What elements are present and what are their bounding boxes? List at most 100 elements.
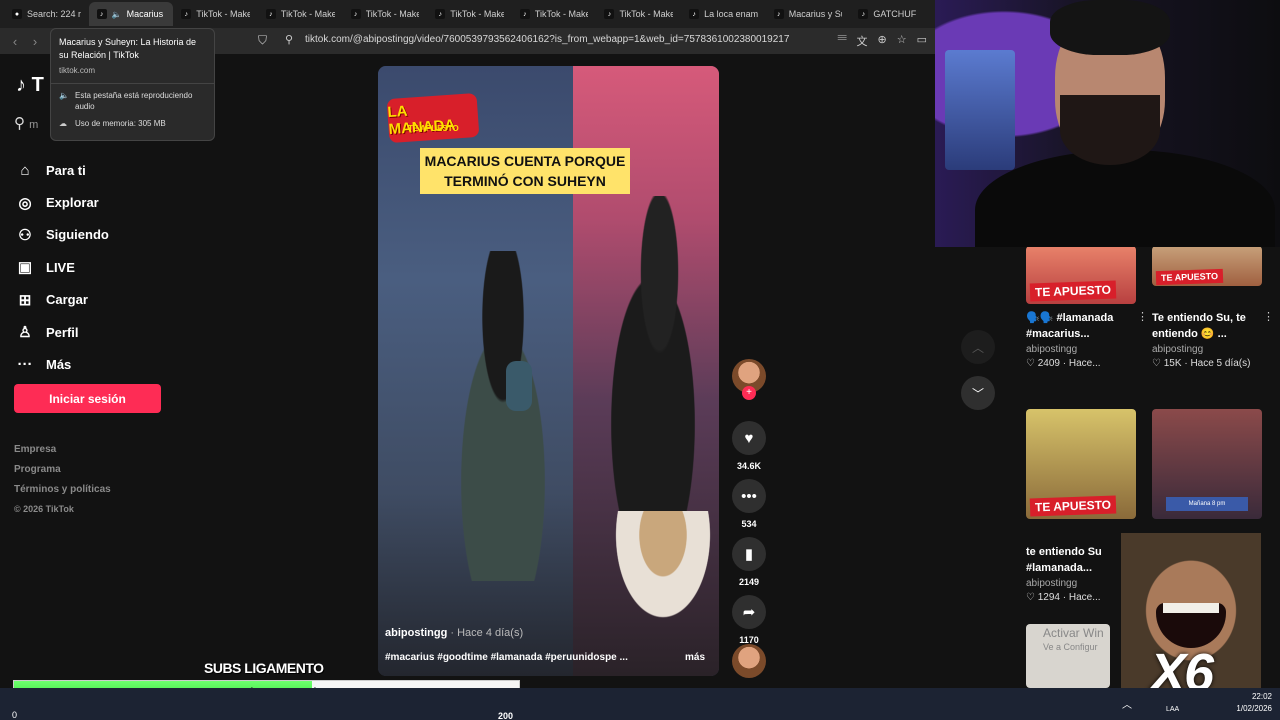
speaker-icon[interactable]: 🔈 xyxy=(112,10,122,19)
back-icon[interactable]: ‹ xyxy=(5,34,25,49)
search-tab-icon: ● xyxy=(12,9,22,19)
tab-title: La loca enamor xyxy=(704,9,758,19)
browser-tab[interactable]: ♪ TikTok - Make Y xyxy=(596,2,681,26)
related-author-2: abipostingg xyxy=(1152,344,1204,355)
browser-tab[interactable]: ♪ 🔈 Macarius xyxy=(88,2,174,26)
search-icon: ⚲ xyxy=(14,115,25,132)
tooltip-title: Macarius y Suheyn: La Historia de su Rel… xyxy=(59,37,197,60)
search-input[interactable]: m xyxy=(29,119,38,131)
more-options-icon[interactable]: ⋮ xyxy=(1137,310,1148,323)
heart-icon: ♥ xyxy=(744,429,754,447)
browser-tab[interactable]: ♪ GATCHUF xyxy=(850,2,935,26)
comment-button[interactable]: ••• xyxy=(732,479,766,513)
browser-tab[interactable]: ● Search: 224 res xyxy=(4,2,89,26)
video-description: #macarius #goodtime #lamanada #peruunido… xyxy=(385,652,705,663)
sidebar-item-explorar[interactable]: ◎ Explorar xyxy=(16,186,109,218)
sidebar-item-live[interactable]: ▣ LIVE xyxy=(16,251,109,283)
follow-plus-icon[interactable]: + xyxy=(742,386,756,400)
related-thumb-3[interactable]: TE APUESTO xyxy=(1026,409,1136,519)
tiktok-logo[interactable]: ♪ T xyxy=(16,74,44,97)
browser-tab[interactable]: ♪ TikTok - Make Y xyxy=(512,2,597,26)
more-options-icon[interactable]: ⋮ xyxy=(1263,310,1274,323)
music-disc-avatar[interactable] xyxy=(732,644,766,678)
system-clock[interactable]: 22:02 1/02/2026 xyxy=(1236,691,1272,715)
browser-tab[interactable]: ♪ TikTok - Make Y xyxy=(258,2,343,26)
favorite-icon[interactable]: ☆ xyxy=(897,33,907,49)
tiktok-icon: ♪ xyxy=(350,9,361,19)
share-button[interactable]: ➦ xyxy=(732,595,766,629)
sidebar-menu: ⌂ Para ti ◎ Explorar ⚇ Siguiendo ▣ LIVE ⊞ Cargar ♙… xyxy=(16,154,109,381)
next-video-button[interactable]: ﹀ xyxy=(961,376,995,410)
tab-title: TikTok - Make Y xyxy=(280,9,335,19)
login-button[interactable]: Iniciar sesión xyxy=(14,384,161,413)
related-thumb-1[interactable]: TE APUESTO xyxy=(1026,246,1136,304)
browser-tab[interactable]: ♪ TikTok - Make Y xyxy=(343,2,428,26)
related-thumb-2[interactable]: TE APUESTO xyxy=(1152,246,1262,286)
sidebar-item-cargar[interactable]: ⊞ Cargar xyxy=(16,284,109,316)
keyboard-language[interactable]: LAA xyxy=(1166,706,1179,713)
sidebar-item-perfil[interactable]: ♙ Perfil xyxy=(16,316,109,348)
home-icon: ⌂ xyxy=(20,161,30,179)
tiktok-icon: ♪ xyxy=(519,9,530,19)
related-likes-count-1: 2409 xyxy=(1037,358,1060,369)
related-thumb-4[interactable]: Mañana 8 pm xyxy=(1152,409,1262,519)
related-time-1: Hace... xyxy=(1068,358,1101,369)
site-info-icon[interactable]: ⚲ xyxy=(285,33,293,46)
tab-title: TikTok - Make Y xyxy=(365,9,420,19)
thumb-stamp-3: TE APUESTO xyxy=(1029,495,1117,517)
wall-poster xyxy=(945,50,1015,170)
footer-link-empresa[interactable]: Empresa xyxy=(14,444,111,464)
video-hashtags[interactable]: #macarius #goodtime #lamanada #peruunido… xyxy=(385,652,628,663)
related-time-3: Hace... xyxy=(1068,592,1101,603)
browser-tab[interactable]: ♪ TikTok - Make Y xyxy=(173,2,258,26)
video-player[interactable]: LA MANADA TE APUESTO MACARIUS CUENTA POR… xyxy=(378,66,719,676)
more-link[interactable]: más xyxy=(685,652,705,663)
tooltip-memory-text: Uso de memoria: 305 MB xyxy=(75,119,166,128)
browser-tab[interactable]: ♪ La loca enamor xyxy=(681,2,766,26)
subs-goal-title: SUBS LIGAMENTO xyxy=(204,660,324,676)
translate-icon[interactable]: 文 xyxy=(857,33,868,49)
bookmark-icon[interactable]: ⛉ xyxy=(258,33,267,48)
clock-time: 22:02 xyxy=(1251,692,1272,701)
footer-link-programa[interactable]: Programa xyxy=(14,464,111,484)
taskbar-count: 200 xyxy=(498,711,514,720)
video-person-left xyxy=(438,251,568,581)
tab-strip: ● Search: 224 res ♪ 🔈 Macarius ♪ TikTok - Make… xyxy=(0,0,935,28)
windows-taskbar: 0 200 ︿ LAA 22:02 1/02/2026 xyxy=(0,688,1280,720)
meme-teeth xyxy=(1163,603,1219,613)
webcam-body xyxy=(975,150,1275,247)
zoom-icon[interactable]: ⊕ xyxy=(878,33,887,49)
sidebar-item-para-ti[interactable]: ⌂ Para ti xyxy=(16,154,109,186)
show-logo: LA MANADA xyxy=(386,92,480,144)
tab-title: TikTok - Make Y xyxy=(450,9,504,19)
thumb-stamp-1: TE APUESTO xyxy=(1029,280,1117,302)
share-icon: ➦ xyxy=(742,604,756,621)
video-caption-overlay: MACARIUS CUENTA PORQUE TERMINÓ CON SUHEY… xyxy=(420,148,630,194)
taskbar-left-label: 0 xyxy=(12,710,18,720)
forward-icon[interactable]: › xyxy=(25,34,45,49)
tray-chevron-icon[interactable]: ︿ xyxy=(1122,696,1132,711)
related-card-2[interactable]: Te entiendo Su, te entiendo 😊 ... abipos… xyxy=(1152,310,1274,369)
creator-avatar[interactable]: + xyxy=(732,359,766,400)
chevron-up-icon: ︿ xyxy=(971,340,984,355)
previous-video-button[interactable]: ︿ xyxy=(961,330,995,364)
browser-tab[interactable]: ♪ TikTok - Make Y xyxy=(427,2,512,26)
reader-icon[interactable]: 𝄘 xyxy=(838,33,847,49)
footer-link-terminos[interactable]: Términos y políticas xyxy=(14,484,111,504)
sidebar-item-más[interactable]: ··· Más xyxy=(16,348,109,380)
related-likes-1: ♡ 2409 · Hace... xyxy=(1026,358,1101,369)
copyright: © 2026 TikTok xyxy=(14,504,74,514)
activate-windows-subtext: Ve a Configur xyxy=(1043,642,1098,652)
search-box[interactable]: ⚲ m xyxy=(14,114,38,132)
related-likes-count-2: 15K xyxy=(1163,358,1182,369)
like-button[interactable]: ♥ xyxy=(732,421,766,455)
sidebar-item-siguiendo[interactable]: ⚇ Siguiendo xyxy=(16,219,109,251)
video-author[interactable]: abipostingg xyxy=(385,627,447,639)
sidebar-item-label: Cargar xyxy=(46,292,88,308)
browser-tab[interactable]: ♪ Macarius y Suh xyxy=(766,2,851,26)
url-field[interactable]: tiktok.com/@abipostingg/video/7600539793… xyxy=(305,34,789,45)
cast-icon[interactable]: ▭ xyxy=(917,33,927,49)
show-logo-subtitle: TE APUESTO xyxy=(408,124,459,133)
save-button[interactable]: ▮ xyxy=(732,537,766,571)
related-card-1[interactable]: 🗣️🗣️ #lamanada #macarius... abipostingg … xyxy=(1026,310,1148,369)
